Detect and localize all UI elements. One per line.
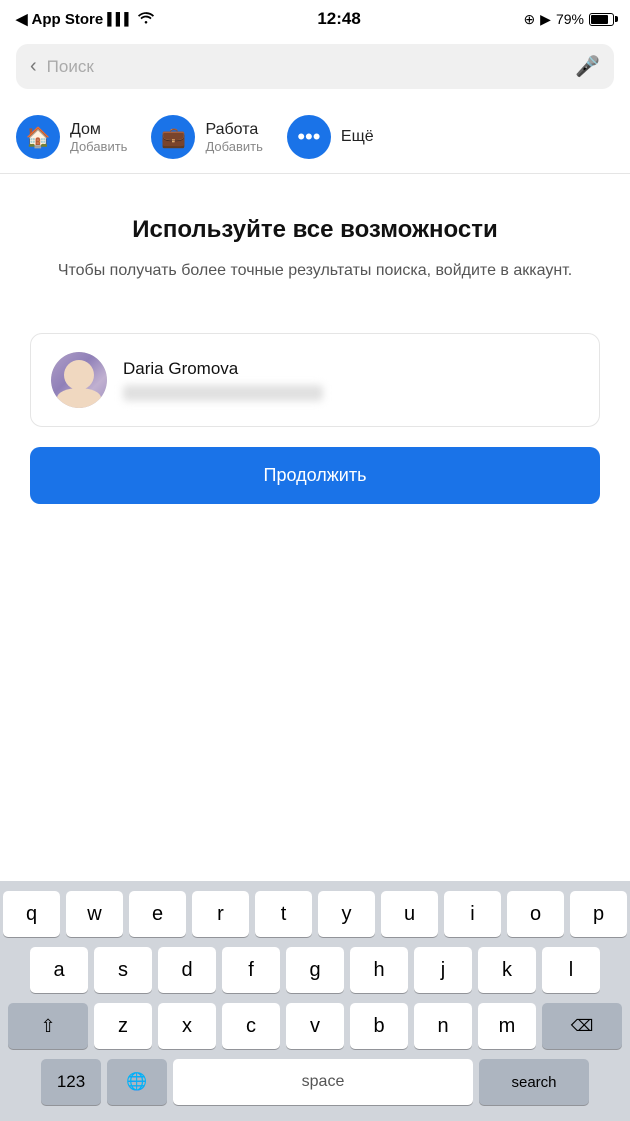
- keyboard: q w e r t y u i o p a s d f g h j k l ⇧ …: [0, 881, 630, 1121]
- carrier-label: App Store: [32, 11, 104, 28]
- key-c[interactable]: c: [222, 1003, 280, 1049]
- key-d[interactable]: d: [158, 947, 216, 993]
- delete-key[interactable]: ⌫: [542, 1003, 622, 1049]
- wifi-icon: [137, 10, 155, 28]
- key-q[interactable]: q: [3, 891, 60, 937]
- home-quick-item[interactable]: 🏠 Дом Добавить: [16, 115, 127, 159]
- key-e[interactable]: e: [129, 891, 186, 937]
- key-l[interactable]: l: [542, 947, 600, 993]
- home-icon: 🏠: [16, 115, 60, 159]
- key-f[interactable]: f: [222, 947, 280, 993]
- key-z[interactable]: z: [94, 1003, 152, 1049]
- quick-access-row: 🏠 Дом Добавить 💼 Работа Добавить ••• Ещё: [0, 101, 630, 174]
- work-quick-item[interactable]: 💼 Работа Добавить: [151, 115, 262, 159]
- status-time: 12:48: [317, 9, 360, 29]
- more-icon: •••: [287, 115, 331, 159]
- key-j[interactable]: j: [414, 947, 472, 993]
- status-carrier: ◀ App Store ▌▌▌: [16, 10, 155, 28]
- key-v[interactable]: v: [286, 1003, 344, 1049]
- key-k[interactable]: k: [478, 947, 536, 993]
- search-placeholder: Поиск: [47, 57, 565, 77]
- battery-percent: 79%: [556, 11, 584, 27]
- key-a[interactable]: a: [30, 947, 88, 993]
- home-title: Дом: [70, 121, 127, 139]
- user-card: Daria Gromova: [30, 333, 600, 427]
- key-y[interactable]: y: [318, 891, 375, 937]
- continue-button[interactable]: Продолжить: [30, 447, 600, 504]
- navigation-icon: ▶: [540, 11, 551, 28]
- key-n[interactable]: n: [414, 1003, 472, 1049]
- key-x[interactable]: x: [158, 1003, 216, 1049]
- user-avatar: [51, 352, 107, 408]
- key-s[interactable]: s: [94, 947, 152, 993]
- key-b[interactable]: b: [350, 1003, 408, 1049]
- user-name: Daria Gromova: [123, 359, 579, 379]
- globe-key[interactable]: 🌐: [107, 1059, 167, 1105]
- keyboard-row-4: 123 🌐 space search: [3, 1059, 627, 1105]
- key-t[interactable]: t: [255, 891, 312, 937]
- key-g[interactable]: g: [286, 947, 344, 993]
- more-quick-text: Ещё: [341, 128, 374, 146]
- back-arrow-icon: ◀: [16, 10, 28, 28]
- work-icon: 💼: [151, 115, 195, 159]
- key-m[interactable]: m: [478, 1003, 536, 1049]
- home-quick-text: Дом Добавить: [70, 121, 127, 154]
- home-sub: Добавить: [70, 139, 127, 154]
- keyboard-row-2: a s d f g h j k l: [3, 947, 627, 993]
- status-right-icons: ⊕ ▶ 79%: [523, 11, 614, 28]
- mic-icon[interactable]: 🎤: [575, 54, 600, 79]
- key-p[interactable]: p: [570, 891, 627, 937]
- status-bar: ◀ App Store ▌▌▌ 12:48 ⊕ ▶ 79%: [0, 0, 630, 36]
- key-i[interactable]: i: [444, 891, 501, 937]
- promo-section: Используйте все возможности Чтобы получа…: [0, 174, 630, 313]
- key-r[interactable]: r: [192, 891, 249, 937]
- work-quick-text: Работа Добавить: [205, 121, 262, 154]
- continue-btn-wrapper: Продолжить: [0, 427, 630, 534]
- delete-icon: ⌫: [571, 1016, 594, 1036]
- key-h[interactable]: h: [350, 947, 408, 993]
- search-bar-container: ‹ Поиск 🎤: [0, 36, 630, 101]
- promo-title: Используйте все возможности: [30, 214, 600, 245]
- user-email: [123, 385, 323, 401]
- key-u[interactable]: u: [381, 891, 438, 937]
- keyboard-row-1: q w e r t y u i o p: [3, 891, 627, 937]
- shift-key[interactable]: ⇧: [8, 1003, 88, 1049]
- work-title: Работа: [205, 121, 262, 139]
- promo-description: Чтобы получать более точные результаты п…: [30, 259, 600, 283]
- key-o[interactable]: o: [507, 891, 564, 937]
- keyboard-row-3: ⇧ z x c v b n m ⌫: [3, 1003, 627, 1049]
- work-sub: Добавить: [205, 139, 262, 154]
- key-w[interactable]: w: [66, 891, 123, 937]
- search-key[interactable]: search: [479, 1059, 589, 1105]
- avatar-image: [51, 352, 107, 408]
- location-icon: ⊕: [523, 11, 535, 28]
- space-key[interactable]: space: [173, 1059, 473, 1105]
- user-info: Daria Gromova: [123, 359, 579, 401]
- shift-icon: ⇧: [40, 1016, 55, 1037]
- more-quick-item[interactable]: ••• Ещё: [287, 115, 374, 159]
- search-bar[interactable]: ‹ Поиск 🎤: [16, 44, 614, 89]
- signal-icon: ▌▌▌: [107, 12, 133, 26]
- globe-icon: 🌐: [126, 1072, 147, 1092]
- battery-icon: [589, 13, 614, 26]
- more-title: Ещё: [341, 128, 374, 146]
- num-key[interactable]: 123: [41, 1059, 101, 1105]
- back-button[interactable]: ‹: [30, 55, 37, 78]
